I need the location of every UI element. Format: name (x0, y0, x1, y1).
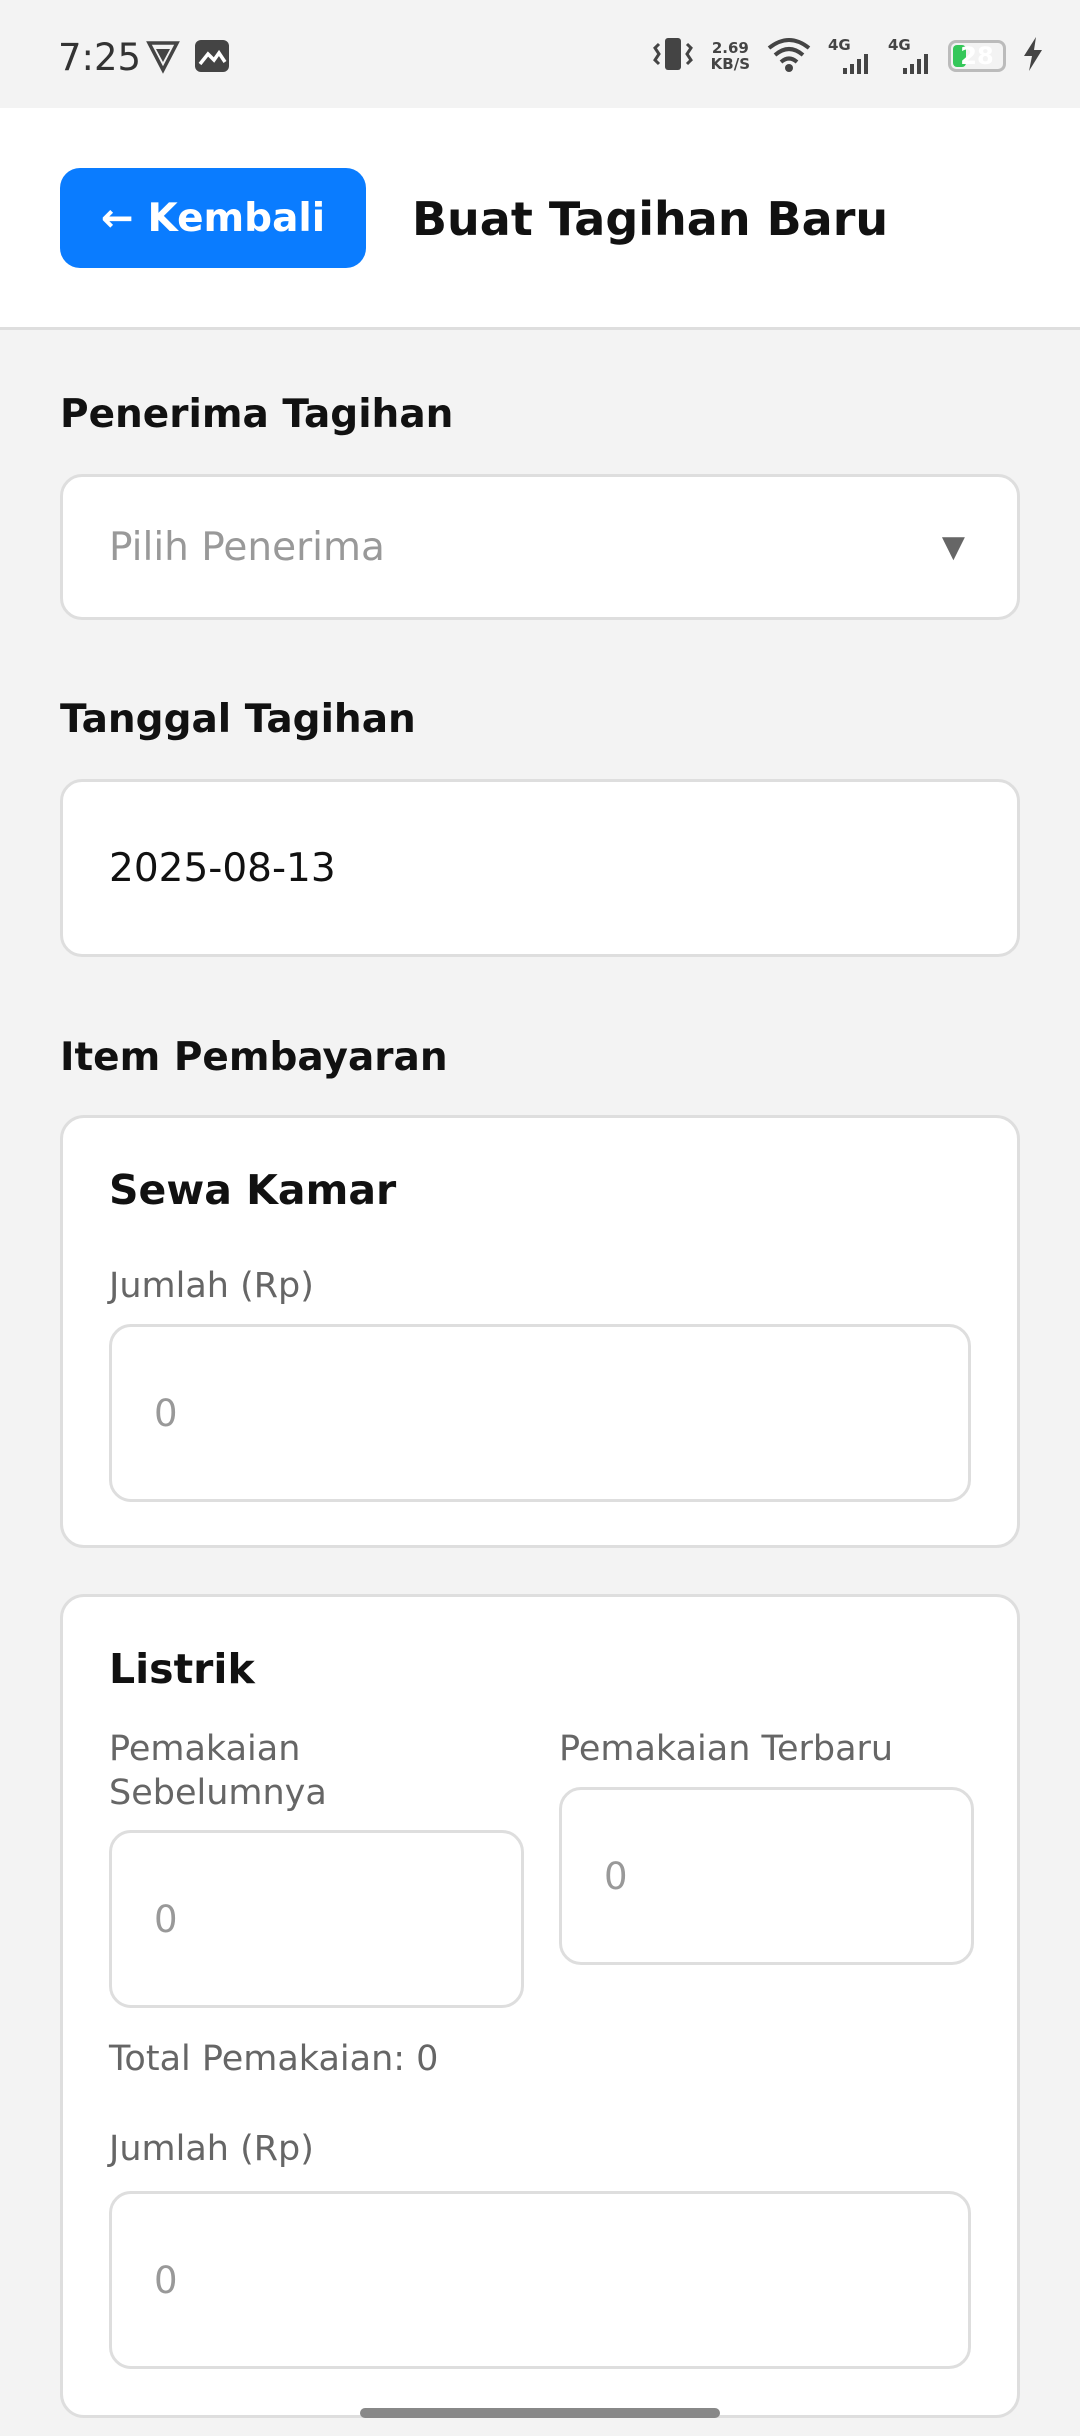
charging-bolt-icon (1022, 36, 1044, 76)
items-heading: Item Pembayaran (60, 1035, 448, 1080)
chevron-down-icon: ▼ (941, 529, 965, 565)
previous-usage-label-line2: Sebelumnya (109, 1773, 327, 1813)
recipient-placeholder: Pilih Penerima (109, 524, 385, 570)
signal-bars-icon (903, 54, 928, 74)
electricity-amount-placeholder: 0 (154, 2258, 178, 2302)
back-arrow-icon: ← (100, 195, 134, 241)
room-rent-amount-label: Jumlah (Rp) (109, 1266, 314, 1306)
previous-usage-label-line1: Pemakaian (109, 1729, 301, 1769)
status-left-icons (145, 38, 231, 78)
vpn-shield-icon (145, 38, 181, 78)
status-bar: 7:25 2.69 KB/S 4G 4G 28 (0, 0, 1080, 108)
total-usage-text: Total Pemakaian: 0 (109, 2039, 439, 2079)
recipient-label: Penerima Tagihan (60, 392, 454, 437)
signal-sim2: 4G (888, 36, 932, 76)
app-root: 7:25 2.69 KB/S 4G 4G 28 ← Kembali Buat T… (0, 0, 1080, 2436)
gallery-notification-icon (193, 38, 231, 78)
previous-usage-input[interactable]: 0 (109, 1830, 524, 2008)
network-speed-value: 2.69 (711, 39, 749, 57)
network-speed-unit: KB/S (710, 55, 750, 73)
previous-usage-placeholder: 0 (154, 1897, 178, 1941)
back-button[interactable]: ← Kembali (60, 168, 366, 268)
latest-usage-placeholder: 0 (604, 1854, 628, 1898)
date-value: 2025-08-13 (109, 845, 336, 891)
room-rent-amount-placeholder: 0 (154, 1391, 178, 1435)
date-input[interactable]: 2025-08-13 (60, 779, 1020, 957)
latest-usage-input[interactable]: 0 (559, 1787, 974, 1965)
battery-level: 28 (960, 42, 994, 70)
signal-sim1: 4G (828, 36, 872, 76)
electricity-title: Listrik (109, 1645, 255, 1693)
app-header: ← Kembali Buat Tagihan Baru (0, 108, 1080, 330)
page-title: Buat Tagihan Baru (412, 192, 889, 246)
electricity-card: Listrik Pemakaian Sebelumnya 0 Pemakaian… (60, 1594, 1020, 2418)
recipient-select[interactable]: Pilih Penerima ▼ (60, 474, 1020, 620)
status-time: 7:25 (58, 36, 142, 79)
wifi-icon (766, 35, 812, 77)
signal-bars-icon (843, 54, 868, 74)
network-speed: 2.69 KB/S (711, 40, 750, 72)
room-rent-card: Sewa Kamar Jumlah (Rp) 0 (60, 1115, 1020, 1548)
latest-usage-label: Pemakaian Terbaru (559, 1729, 894, 1769)
back-button-label: Kembali (147, 195, 326, 241)
vibrate-icon (651, 34, 695, 78)
status-right-icons: 2.69 KB/S 4G 4G 28 (651, 34, 1044, 78)
electricity-amount-input[interactable]: 0 (109, 2191, 971, 2369)
previous-usage-label: Pemakaian Sebelumnya (109, 1727, 327, 1815)
home-indicator[interactable] (360, 2408, 720, 2418)
room-rent-amount-input[interactable]: 0 (109, 1324, 971, 1502)
room-rent-title: Sewa Kamar (109, 1166, 397, 1214)
electricity-amount-label: Jumlah (Rp) (109, 2129, 314, 2169)
date-label: Tanggal Tagihan (60, 697, 416, 742)
battery-indicator: 28 (948, 40, 1006, 72)
